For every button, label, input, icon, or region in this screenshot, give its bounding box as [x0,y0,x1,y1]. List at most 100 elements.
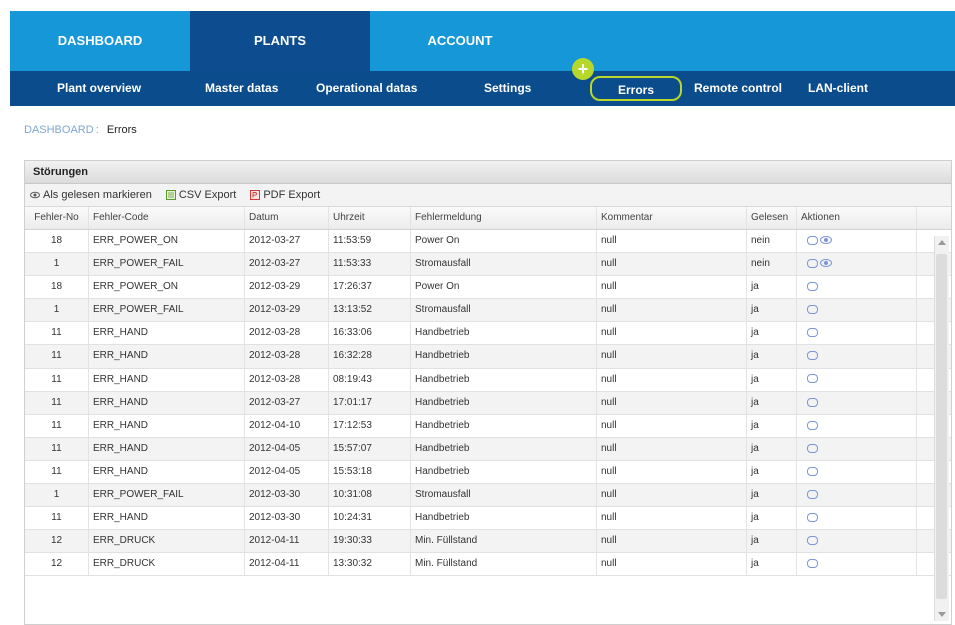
table-row[interactable]: 11 ERR_HAND 2012-04-05 15:53:18 Handbetrieb n… [25,460,951,485]
column-header-gelesen[interactable]: Gelesen [747,207,797,229]
comment-icon[interactable] [807,258,818,268]
cell-fehlermeldung: Stromausfall [411,484,597,507]
mark-read-button[interactable]: Als gelesen markieren [30,184,152,206]
column-header-datum[interactable]: Datum [245,207,329,229]
table-row[interactable]: 12 ERR_DRUCK 2012-04-11 13:30:32 Min. Füllst… [25,553,951,577]
subnav-master-datas[interactable]: Master datas [205,71,278,106]
cell-uhrzeit: 16:33:06 [329,322,411,345]
comment-icon[interactable] [807,282,818,292]
table-row[interactable]: 18 ERR_POWER_ON 2012-03-29 17:26:37 Power On… [25,276,951,300]
tab-dashboard[interactable]: DASHBOARD [10,11,190,71]
comment-icon[interactable] [807,443,818,453]
scrollbar-thumb[interactable] [936,254,947,599]
pdf-export-button[interactable]: PDF Export [250,184,320,206]
table-row[interactable]: 1 ERR_POWER_FAIL 2012-03-29 13:13:52 Stromau… [25,299,951,323]
table-row[interactable]: 11 ERR_HAND 2012-04-10 17:12:53 Handbetrieb n… [25,414,951,438]
comment-icon[interactable] [807,466,818,476]
table-row[interactable]: 11 ERR_HAND 2012-03-30 10:24:31 Handbetrieb n… [25,507,951,531]
comment-icon[interactable] [807,235,818,245]
cell-fehler-code: ERR_HAND [89,391,245,414]
cell-aktionen [797,368,917,391]
eye-icon[interactable] [820,236,832,245]
comment-icon[interactable] [807,374,818,384]
table-row[interactable]: 11 ERR_HAND 2012-03-28 16:32:28 Handbetrieb n… [25,345,951,369]
cell-datum: 2012-03-29 [245,276,329,299]
cell-datum: 2012-04-10 [245,414,329,437]
cell-aktionen [797,276,917,299]
table-row[interactable]: 11 ERR_HAND 2012-03-28 08:19:43 Handbetrieb n… [25,368,951,392]
eye-icon[interactable] [820,259,832,268]
cell-uhrzeit: 17:26:37 [329,276,411,299]
cell-fehlermeldung: Handbetrieb [411,460,597,484]
table-row[interactable]: 1 ERR_POWER_FAIL 2012-03-30 10:31:08 Stromau… [25,484,951,508]
cell-fehler-no: 11 [25,460,89,484]
cell-fehlermeldung: Power On [411,230,597,253]
cell-fehler-no: 12 [25,553,89,576]
cell-aktionen [797,484,917,507]
subnav-settings[interactable]: Settings [484,71,531,106]
subnav-plant-overview[interactable]: Plant overview [57,71,141,106]
cell-kommentar: null [597,414,747,437]
comment-icon[interactable] [807,328,818,338]
column-header-fehler-code[interactable]: Fehler-Code [89,207,245,229]
cell-aktionen [797,507,917,530]
cell-gelesen: ja [747,276,797,299]
cell-aktionen [797,530,917,553]
cell-uhrzeit: 11:53:59 [329,230,411,253]
cell-aktionen [797,553,917,576]
cell-gelesen: ja [747,437,797,460]
comment-icon[interactable] [807,489,818,499]
subnav-errors[interactable]: Errors [590,76,682,101]
table-row[interactable]: 18 ERR_POWER_ON 2012-03-27 11:53:59 Power On… [25,230,951,254]
cell-uhrzeit: 10:24:31 [329,507,411,530]
cell-fehler-no: 11 [25,345,89,368]
comment-icon[interactable] [807,351,818,361]
cell-datum: 2012-04-11 [245,530,329,553]
cell-kommentar: null [597,368,747,391]
cell-fehlermeldung: Handbetrieb [411,437,597,460]
cell-gelesen: ja [747,391,797,414]
cell-kommentar: null [597,253,747,276]
comment-icon[interactable] [807,420,818,430]
cell-gelesen: ja [747,322,797,345]
csv-export-button[interactable]: CSV Export [165,184,236,206]
table-row[interactable]: 1 ERR_POWER_FAIL 2012-03-27 11:53:33 Stromau… [25,253,951,277]
pdf-export-label: PDF Export [263,189,321,201]
column-header-fehlermeldung[interactable]: Fehlermeldung [411,207,597,229]
cell-kommentar: null [597,230,747,253]
scroll-down-icon[interactable] [938,612,946,617]
cell-fehler-no: 11 [25,322,89,345]
column-header-uhrzeit[interactable]: Uhrzeit [329,207,411,229]
cell-fehlermeldung: Handbetrieb [411,368,597,391]
comment-icon[interactable] [807,559,818,569]
sub-nav-bar: Plant overview Master datas Operational … [10,71,955,106]
comment-icon[interactable] [807,512,818,522]
cell-aktionen [797,345,917,368]
cell-fehler-no: 11 [25,414,89,437]
scroll-up-icon[interactable] [938,240,946,245]
cell-kommentar: null [597,437,747,460]
table-row[interactable]: 12 ERR_DRUCK 2012-04-11 19:30:33 Min. Füllst… [25,530,951,554]
subnav-remote-control[interactable]: Remote control [694,71,782,106]
column-header-aktionen[interactable]: Aktionen [797,207,917,229]
tab-plants[interactable]: PLANTS [190,11,370,71]
column-header-kommentar[interactable]: Kommentar [597,207,747,229]
comment-icon[interactable] [807,397,818,407]
table-row[interactable]: 11 ERR_HAND 2012-04-05 15:57:07 Handbetrieb n… [25,437,951,461]
table-row[interactable]: 11 ERR_HAND 2012-03-27 17:01:17 Handbetrieb n… [25,391,951,415]
breadcrumb-dashboard-link[interactable]: DASHBOARD [24,124,94,136]
column-header-fehler-no[interactable]: Fehler-No [25,207,89,229]
cell-uhrzeit: 17:01:17 [329,391,411,414]
comment-icon[interactable] [807,305,818,315]
cell-aktionen [797,391,917,414]
subnav-lan-client[interactable]: LAN-client [808,71,868,106]
subnav-operational-datas[interactable]: Operational datas [316,71,417,106]
table-scrollbar[interactable] [934,236,949,621]
cell-kommentar: null [597,299,747,322]
comment-icon[interactable] [807,536,818,546]
cell-uhrzeit: 11:53:33 [329,253,411,276]
cell-fehler-code: ERR_POWER_FAIL [89,253,245,276]
tab-account[interactable]: ACCOUNT [370,11,550,71]
cell-fehlermeldung: Stromausfall [411,253,597,276]
table-row[interactable]: 11 ERR_HAND 2012-03-28 16:33:06 Handbetrieb n… [25,322,951,346]
